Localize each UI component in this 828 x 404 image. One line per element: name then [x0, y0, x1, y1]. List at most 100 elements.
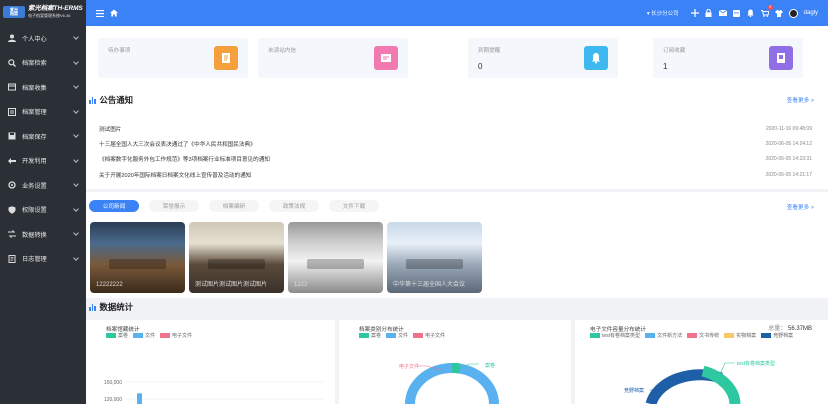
- sidebar-item-label: 日志管理: [22, 256, 47, 264]
- skin-icon[interactable]: [774, 9, 783, 17]
- stat-card-1[interactable]: 待办事项: [98, 38, 248, 78]
- sidebar-item-5[interactable]: 档案保存: [0, 124, 86, 149]
- photo-caption: 1222: [294, 282, 308, 288]
- chevron-down-icon: [73, 230, 79, 236]
- stat-card-4[interactable]: 订阅收藏 1: [653, 38, 803, 78]
- sidebar-item-7[interactable]: 业务设置: [0, 173, 86, 198]
- company-selector[interactable]: ▾ 长沙分公司: [647, 9, 679, 17]
- logo-mark: 紫光 档案: [3, 6, 25, 18]
- chevron-down-icon: [73, 181, 79, 187]
- todo-icon: [214, 46, 238, 70]
- stat-label: 待办事项: [108, 48, 131, 54]
- sidebar-item-label: 开发利用: [22, 158, 47, 166]
- notice-date: 2020-11-16 09:48:09: [765, 126, 812, 132]
- chevron-down-icon: [73, 83, 79, 89]
- y-tick-label: 150,000: [104, 380, 122, 386]
- bar-file[interactable]: [137, 393, 142, 404]
- notice-item[interactable]: 《档案数字化服务外包工作规范》等3项档案行业标准项目意见的通知: [99, 155, 270, 163]
- sidebar-item-8[interactable]: 权限设置: [0, 198, 86, 223]
- sidebar-item-label: 档案保存: [22, 133, 47, 141]
- sidebar-item-10[interactable]: 日志管理: [0, 247, 86, 272]
- stat-card-2[interactable]: 未读站内信: [258, 38, 408, 78]
- sidebar-item-4[interactable]: 档案管理: [0, 100, 86, 125]
- stat-label: 订阅收藏: [663, 48, 686, 54]
- chevron-down-icon: [73, 205, 79, 212]
- stat-label: 未读站内信: [268, 48, 296, 54]
- username[interactable]: dagly: [804, 10, 818, 16]
- photo-caption: 中华第十三届全国人大会议: [393, 282, 466, 288]
- sidebar-item-2[interactable]: 档案检索: [0, 51, 86, 76]
- sidebar-item-9[interactable]: 数据转换: [0, 222, 86, 247]
- menu-toggle-icon[interactable]: [96, 9, 104, 17]
- notice-section-title: 公告通知: [89, 94, 133, 106]
- news-photo[interactable]: 12222222: [90, 222, 185, 293]
- sidebar-item-label: 档案管理: [22, 109, 47, 117]
- sidebar-item-6[interactable]: 开发利用: [0, 149, 86, 174]
- sidebar-item-label: 个人中心: [22, 35, 47, 43]
- donut-label-test: test有卷档案类型: [737, 360, 775, 367]
- sidebar-item-label: 权限设置: [22, 207, 47, 215]
- avatar[interactable]: [788, 8, 798, 18]
- notice-date: 2020-06-05 14:21:17: [765, 172, 812, 178]
- notice-date: 2020-06-05 14:24:12: [765, 141, 812, 147]
- brand-title: 紫光档案TH-ERMS: [28, 5, 83, 12]
- permission-icon: [8, 206, 16, 214]
- pie-label-efile: 电子文件: [399, 363, 419, 370]
- stat-card-3[interactable]: 到期提醒 0: [468, 38, 618, 78]
- section-bars-icon: [89, 303, 96, 311]
- bar-chart-svg: 150,000120,00090,000: [104, 380, 324, 404]
- collect-icon: [8, 83, 16, 91]
- mail-icon[interactable]: [718, 9, 727, 17]
- main-content: 待办事项 未读站内信 到期提醒 0 订阅收藏 1 公告通知 查看更多 > 测试图片 2020…: [86, 26, 828, 404]
- stats-section-title: 数据统计: [89, 301, 133, 313]
- bell-icon: [584, 46, 608, 70]
- sidebar: 紫光 档案 紫光档案TH-ERMS 电子档案管理系统V6.36 个人中心 档案检索档…: [0, 0, 86, 404]
- favorite-icon: [769, 46, 793, 70]
- donut-label-competition: 竞野档案: [624, 387, 644, 394]
- news-photo[interactable]: 测试图片测试图片测试图片: [189, 222, 284, 293]
- news-more-link[interactable]: 查看更多 >: [787, 203, 814, 211]
- develop-icon: [8, 157, 16, 165]
- news-photo[interactable]: 1222: [288, 222, 383, 293]
- pie-label-volume: 案卷: [485, 362, 495, 369]
- chevron-down-icon: [73, 34, 79, 40]
- brand-subtitle: 电子档案管理系统V6.36: [28, 13, 71, 18]
- y-tick-label: 120,000: [104, 397, 122, 403]
- top-bar: ▾ 长沙分公司 0 dagly: [86, 0, 828, 26]
- stat-value: 0: [478, 62, 483, 71]
- tab-2[interactable]: 荣誉展示: [149, 200, 199, 212]
- cart-icon[interactable]: 0: [760, 5, 773, 17]
- tab-5[interactable]: 文件下载: [329, 200, 379, 212]
- notice-more-link[interactable]: 查看更多 >: [787, 96, 814, 104]
- tab-1[interactable]: 公司新闻: [89, 200, 139, 212]
- convert-icon: [8, 230, 16, 239]
- brand-logo[interactable]: 紫光 档案 紫光档案TH-ERMS 电子档案管理系统V6.36: [0, 0, 86, 24]
- home-icon[interactable]: [110, 9, 118, 17]
- business-settings-icon: [8, 181, 16, 189]
- sidebar-item-3[interactable]: 档案收集: [0, 75, 86, 100]
- calendar-icon[interactable]: [733, 9, 741, 17]
- bell-icon[interactable]: [747, 9, 755, 17]
- pie-chart-svg: 电子文件 案卷: [399, 362, 499, 404]
- save-icon: [8, 132, 16, 140]
- move-icon[interactable]: [690, 9, 699, 17]
- tab-3[interactable]: 档案编研: [209, 200, 259, 212]
- notice-item[interactable]: 关于开展2020年国际档案日档案文化线上宣传普及活动的通知: [99, 171, 251, 179]
- sidebar-item-label: 数据转换: [22, 231, 47, 239]
- stat-value: 1: [663, 62, 668, 71]
- log-icon: [8, 254, 16, 263]
- stat-label: 到期提醒: [478, 48, 501, 54]
- photo-caption: 12222222: [96, 282, 123, 288]
- news-photo[interactable]: 中华第十三届全国人大会议: [387, 222, 482, 293]
- sidebar-item-label: 业务设置: [22, 182, 47, 190]
- tab-4[interactable]: 政策法规: [269, 200, 319, 212]
- lock-icon[interactable]: [705, 9, 713, 17]
- notice-item[interactable]: 测试图片: [99, 125, 121, 133]
- sidebar-item-1[interactable]: 个人中心: [0, 26, 86, 51]
- notice-item[interactable]: 十三届全国人大三次会议表决通过了《中华人民共和国民法典》: [99, 140, 256, 148]
- section-bars-icon: [89, 96, 96, 104]
- chevron-down-icon: [73, 254, 79, 261]
- pie-slice-file: [405, 363, 499, 404]
- donut-slice-test: [701, 365, 741, 404]
- mail-icon: [374, 46, 398, 70]
